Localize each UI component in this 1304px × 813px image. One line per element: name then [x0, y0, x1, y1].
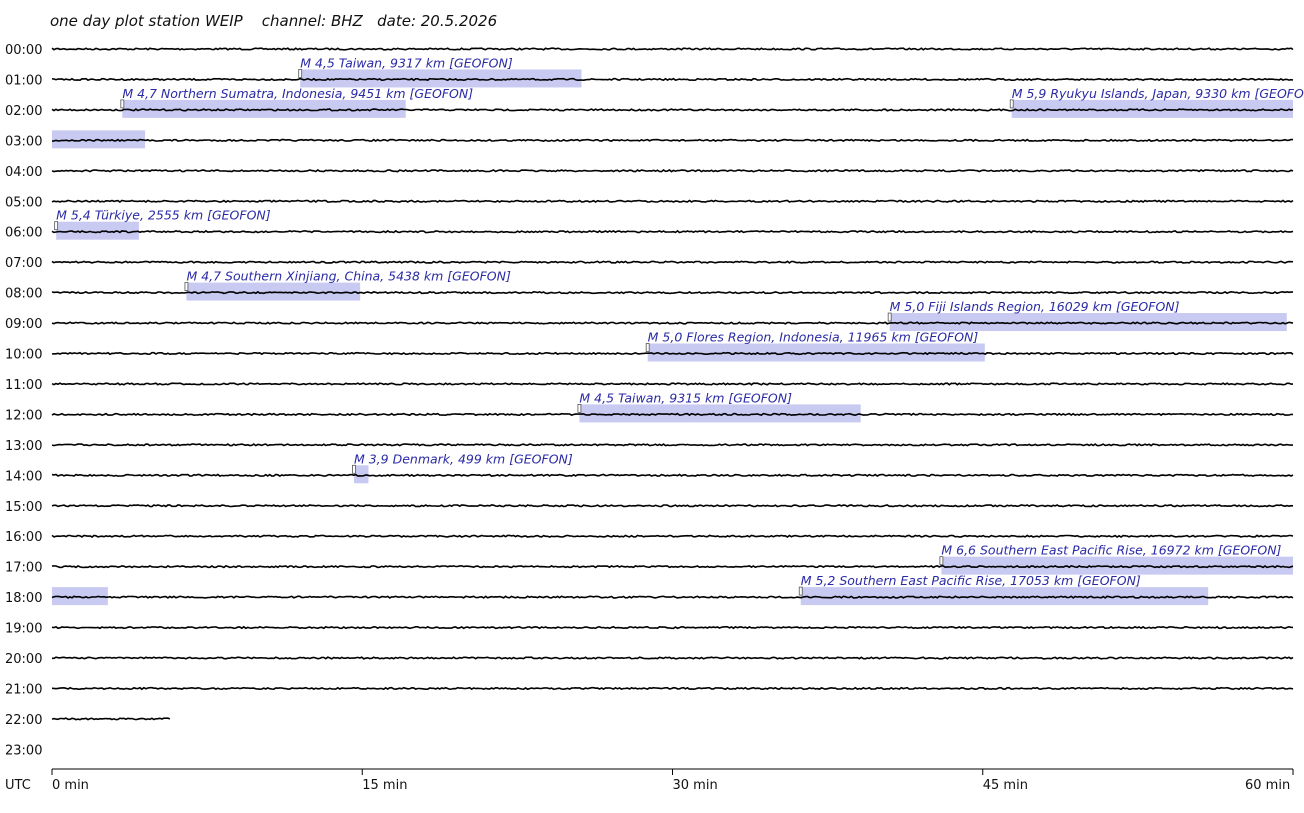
- hour-label: 01:00: [5, 73, 42, 88]
- trace-line-22:00: [51, 717, 171, 721]
- trace-line-14:00: [51, 473, 1294, 478]
- event-marker-8: [577, 403, 582, 413]
- trace-line-20:00: [52, 656, 1294, 660]
- event-label-4: M 5,4 Türkiye, 2555 km [GEOFON]: [56, 208, 271, 223]
- event-label-7: M 5,0 Flores Region, Indonesia, 11965 km…: [648, 330, 979, 345]
- hour-label: 07:00: [5, 256, 42, 271]
- hour-label: 21:00: [5, 682, 42, 697]
- hour-label: 16:00: [5, 530, 42, 545]
- event-label-9: M 3,9 Denmark, 499 km [GEOFON]: [354, 451, 573, 466]
- trace-line-05:00: [51, 199, 1294, 203]
- trace-line-19:00: [51, 625, 1294, 630]
- hour-label: 05:00: [5, 195, 42, 210]
- event-label-1: M 4,7 Northern Sumatra, Indonesia, 9451 …: [122, 86, 473, 101]
- event-marker-2: [1009, 99, 1014, 109]
- hour-label: 19:00: [5, 622, 42, 637]
- trace-line-10:00: [51, 351, 1294, 356]
- hour-label: 04:00: [5, 165, 42, 180]
- hour-label: 13:00: [5, 439, 42, 454]
- hour-label: 12:00: [5, 408, 42, 423]
- hour-label: 10:00: [5, 348, 42, 363]
- event-label-12: M 5,2 Southern East Pacific Rise, 17053 …: [801, 573, 1141, 588]
- hour-label: 20:00: [5, 652, 42, 667]
- hour-label: 03:00: [5, 134, 42, 149]
- trace-line-13:00: [51, 443, 1293, 447]
- event-box-7: [647, 343, 985, 362]
- seismogram-plot: M 4,5 Taiwan, 9317 km [GEOFON] M 4,7 Nort…: [5, 43, 1304, 793]
- event-marker-5: [184, 282, 189, 292]
- hour-label: 08:00: [5, 287, 42, 302]
- event-marker-0: [298, 69, 303, 78]
- trace-line-09:00: [51, 321, 1294, 325]
- hour-label: 17:00: [5, 561, 42, 576]
- hour-label: 18:00: [5, 591, 42, 606]
- event-marker-6: [887, 312, 892, 322]
- x-tick-label: 15 min: [362, 778, 407, 793]
- event-label-0: M 4,5 Taiwan, 9317 km [GEOFON]: [300, 55, 513, 70]
- event-box-8: [579, 404, 861, 423]
- x-tick-label: 0 min: [52, 778, 89, 793]
- trace-line-21:00: [51, 686, 1294, 691]
- trace-line-11:00: [51, 382, 1293, 386]
- event-marker-10: [939, 556, 944, 566]
- event-label-2: M 5,9 Ryukyu Islands, Japan, 9330 km [GE…: [1012, 86, 1304, 101]
- event-marker-12: [798, 586, 803, 596]
- hour-label: 09:00: [5, 317, 42, 332]
- trace-line-03:00: [51, 138, 1293, 143]
- trace-line-01:00: [51, 77, 1294, 82]
- y-axis-unit-label: UTC: [5, 778, 31, 793]
- event-marker-4: [54, 221, 59, 231]
- hour-label: 14:00: [5, 469, 42, 484]
- event-label-5: M 4,7 Southern Xinjiang, China, 5438 km …: [186, 269, 511, 284]
- event-label-6: M 5,0 Fiji Islands Region, 16029 km [GEO…: [890, 299, 1180, 314]
- hour-label: 23:00: [5, 743, 42, 758]
- hour-label: 00:00: [5, 43, 42, 58]
- trace-line-06:00: [51, 229, 1294, 234]
- trace-line-16:00: [51, 534, 1294, 538]
- trace-line-15:00: [51, 504, 1294, 508]
- hour-label: 15:00: [5, 500, 42, 515]
- trace-line-00:00: [51, 47, 1294, 51]
- event-label-8: M 4,5 Taiwan, 9315 km [GEOFON]: [579, 390, 792, 405]
- event-marker-9: [352, 464, 356, 474]
- trace-line-04:00: [51, 169, 1294, 173]
- hour-label: 06:00: [5, 226, 42, 241]
- hour-label: 11:00: [5, 378, 42, 393]
- event-box-2: [1011, 99, 1293, 118]
- trace-line-07:00: [51, 260, 1293, 264]
- event-label-10: M 6,6 Southern East Pacific Rise, 16972 …: [941, 543, 1281, 558]
- x-tick-label: 60 min: [1245, 778, 1290, 793]
- event-marker-1: [120, 99, 125, 109]
- hour-label: 02:00: [5, 104, 42, 119]
- x-tick-label: 45 min: [983, 778, 1028, 793]
- x-tick-label: 30 min: [673, 778, 718, 793]
- hour-label: 22:00: [5, 713, 42, 728]
- event-marker-7: [645, 343, 650, 352]
